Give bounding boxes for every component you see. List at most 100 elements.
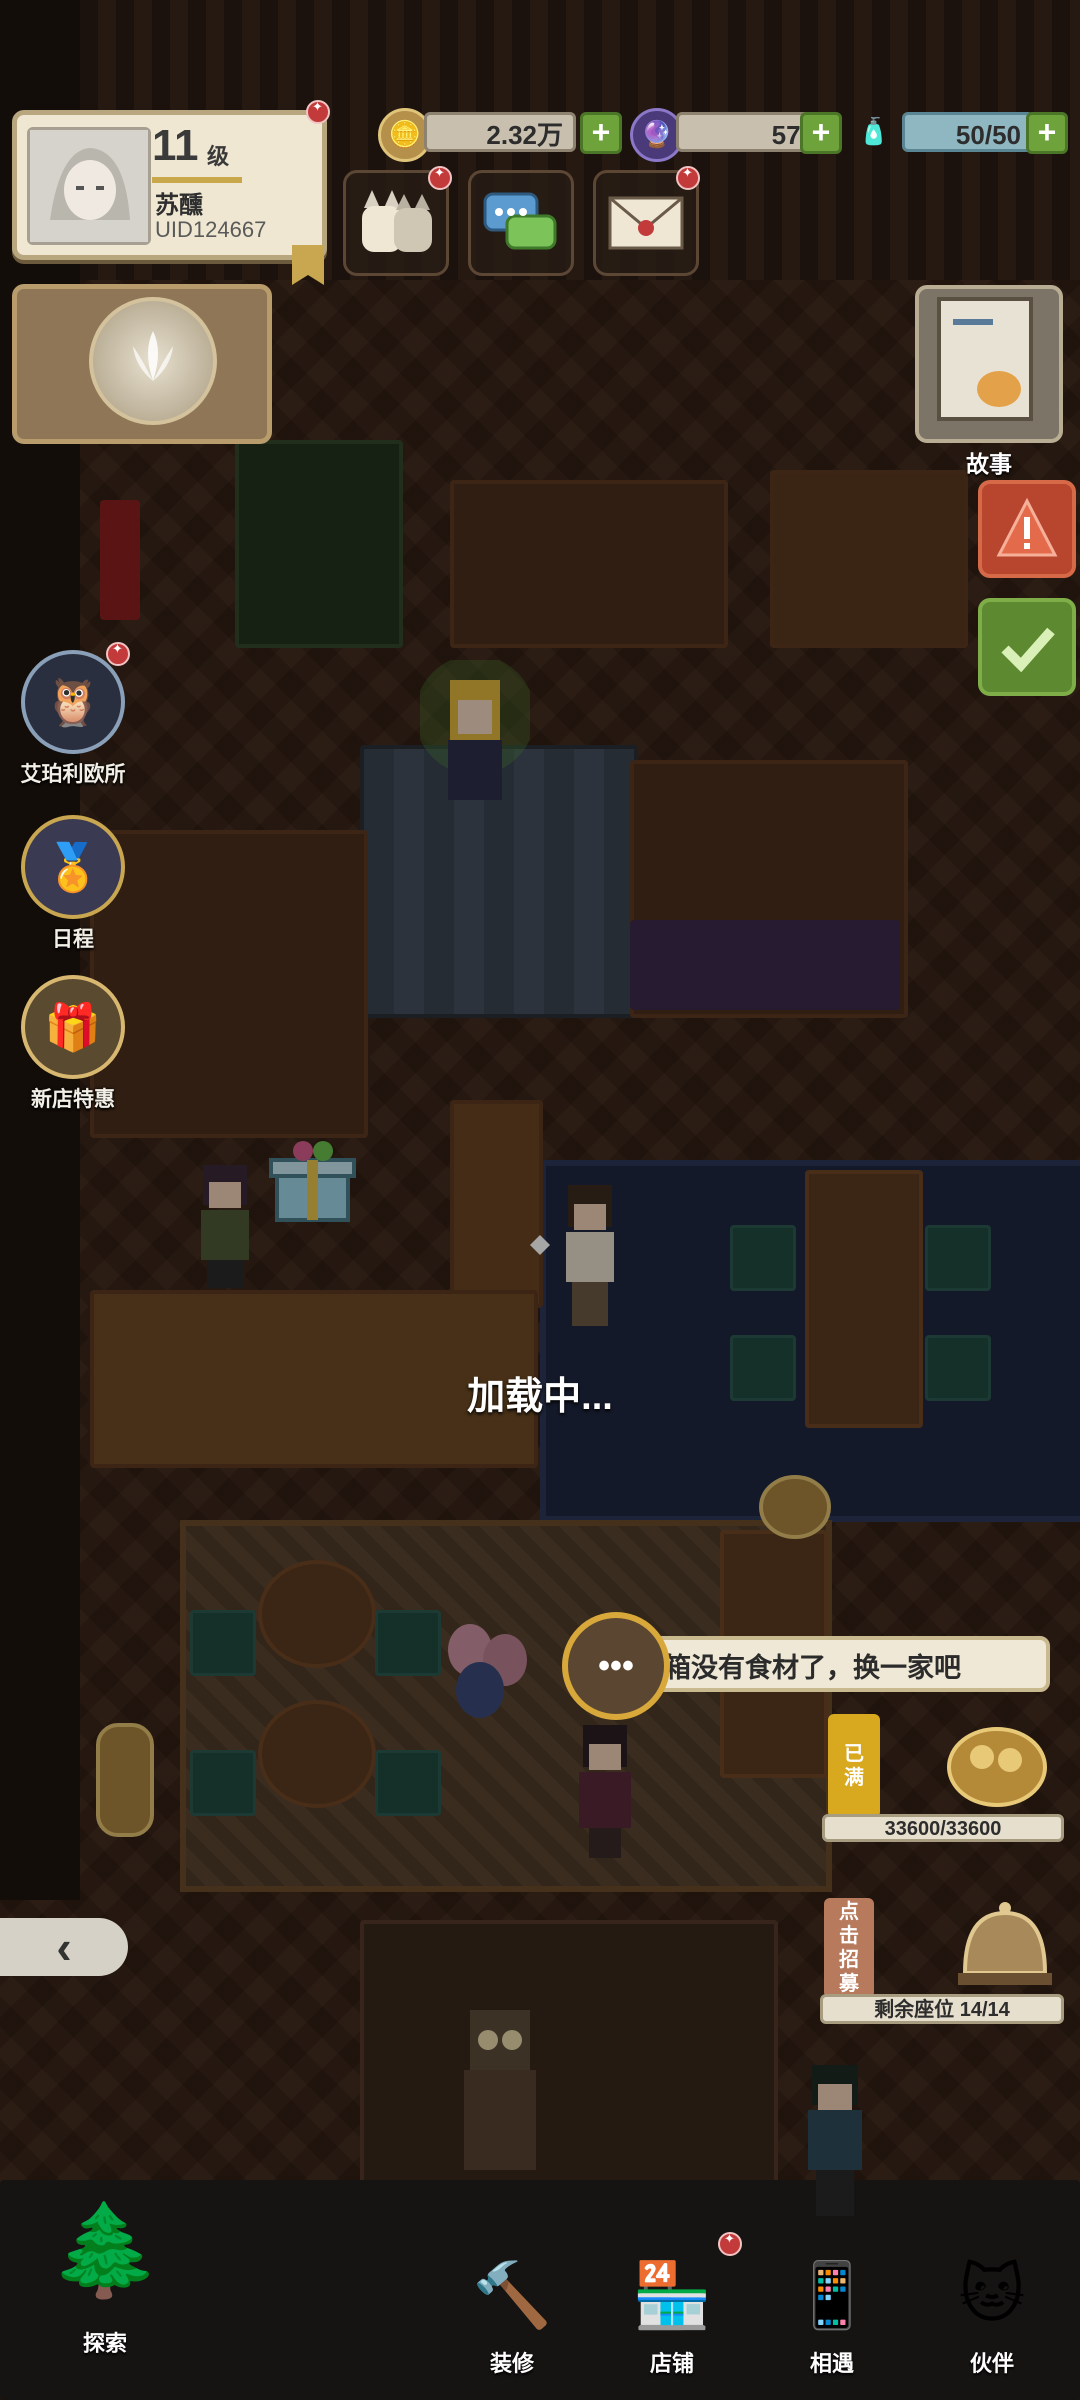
remaining-seats: 剩余座位 14/14	[820, 1994, 1064, 2024]
sidebar-item-new-shop-deal[interactable]: 🎁 新店特惠	[8, 975, 138, 1113]
gift-box-icon[interactable]	[265, 1135, 360, 1230]
chat-bubbles-icon	[483, 192, 557, 250]
chair	[375, 1750, 441, 1816]
nav-shop-label: 店铺	[649, 2351, 694, 2376]
recruit-panel[interactable]: 点击招募 剩余座位 14/14	[820, 1888, 1064, 2024]
sidebar-item-label: 新店特惠	[31, 1088, 115, 1111]
player-uid: UID124667	[155, 217, 267, 242]
more-options-button[interactable]: •••	[562, 1612, 670, 1720]
alert-button[interactable]	[978, 480, 1076, 578]
sidebar-item-label: 艾珀利欧所	[20, 763, 126, 786]
chair	[730, 1225, 796, 1291]
sidebar-item-detective-agency[interactable]: 🦉 艾珀利欧所	[8, 650, 138, 788]
resource-gems: 🔮 575 +	[630, 108, 880, 162]
story-label: 故事	[966, 451, 1012, 477]
confirm-button[interactable]	[978, 598, 1076, 696]
chair	[190, 1750, 256, 1816]
coin-pile-icon[interactable]	[755, 1472, 835, 1542]
story-button[interactable]: 故事	[915, 285, 1063, 477]
round-table[interactable]	[258, 1700, 376, 1808]
level-progress-bar	[152, 177, 242, 183]
loading-text: 加载中...	[467, 1376, 613, 1418]
player-level: 11	[152, 121, 199, 170]
customer-speech-bubble: 箱没有食材了，换一家吧	[640, 1636, 1050, 1692]
storage-amount: 33600/33600	[822, 1814, 1064, 1842]
waiter-character[interactable]	[185, 1160, 265, 1290]
coin-stack-icon	[90, 1715, 160, 1845]
collapse-sidebar-button[interactable]: ‹	[0, 1918, 128, 1976]
chair	[925, 1225, 991, 1291]
storage-full-badge: 已满	[828, 1714, 880, 1818]
wood-pillar-table	[450, 1100, 543, 1308]
chair	[190, 1610, 256, 1676]
shelf-counter[interactable]	[450, 480, 728, 648]
wheat-emblem-icon	[89, 297, 217, 425]
chair	[375, 1610, 441, 1676]
nav-encounter[interactable]: 📱 相遇	[772, 2240, 892, 2378]
add-coins-button[interactable]: +	[580, 112, 622, 154]
woman-customer-character[interactable]	[565, 1720, 645, 1860]
chevron-left-icon: ‹	[56, 1921, 72, 1973]
warning-triangle-icon	[996, 497, 1058, 557]
mail-notification-dot	[676, 166, 700, 190]
cats-icon	[362, 190, 432, 252]
fire-extinguisher	[100, 500, 140, 620]
gift-box-icon: 🎁	[21, 975, 125, 1079]
refrigerator[interactable]	[235, 440, 403, 648]
stamina-amount: 50/50	[902, 112, 1034, 152]
sidebar-item-schedule[interactable]: 🏅 日程	[8, 815, 138, 953]
service-bell-icon	[958, 1902, 1052, 1985]
cats-notification-dot	[428, 166, 452, 190]
recruit-label: 点击招募	[839, 1901, 859, 1995]
boy-customer-character[interactable]	[790, 2060, 880, 2220]
sparkle-marker	[530, 1235, 550, 1255]
shop-rank-badge[interactable]	[12, 284, 272, 444]
potion-bottle-icon: 🧴	[857, 117, 891, 147]
owl-detective-icon: 🦉	[21, 650, 125, 754]
storage-full-label: 已满	[844, 1743, 864, 1789]
nav-explore-label: 探索	[82, 2331, 127, 2356]
schedule-medal-icon: 🏅	[21, 815, 125, 919]
shop-icon: 🏪	[632, 2258, 712, 2333]
shop-notification-dot	[718, 2232, 742, 2256]
add-stamina-button[interactable]: +	[1026, 112, 1068, 154]
entrance-door[interactable]	[360, 1920, 778, 2218]
nav-shop[interactable]: 🏪 店铺	[612, 2240, 732, 2378]
nav-explore[interactable]: 🌲 探索	[10, 2170, 200, 2358]
flower-planter	[630, 920, 900, 1010]
resource-coins: 🪙 2.32万 +	[378, 108, 628, 162]
blonde-chef-character[interactable]	[415, 655, 535, 830]
hammer-icon: 🔨	[472, 2258, 552, 2333]
owl-detective-character[interactable]	[440, 2000, 560, 2180]
nav-encounter-label: 相遇	[809, 2351, 854, 2376]
add-gems-button[interactable]: +	[800, 112, 842, 154]
profile-notification-dot	[306, 100, 330, 124]
player-name: 苏醺	[155, 192, 203, 219]
detective-notification-dot	[106, 642, 130, 666]
nav-decorate[interactable]: 🔨 装修	[452, 2240, 572, 2378]
explore-pinwheel-icon: 🌲	[48, 2197, 162, 2303]
partner-card-icon: 🐱	[958, 2258, 1026, 2332]
coin-storage[interactable]: 已满 33600/33600	[822, 1712, 1064, 1842]
avatar[interactable]	[27, 127, 151, 245]
customer-character[interactable]	[550, 1180, 630, 1330]
balloons	[445, 1620, 535, 1750]
recruit-button[interactable]: 点击招募	[824, 1898, 874, 1998]
player-profile-card[interactable]: 11 级 苏醺 UID124667	[12, 110, 327, 285]
cafe-scene[interactable]: 11 级 苏醺 UID124667 🪙 2.32万 + 🔮 575 + 🧴 50…	[0, 0, 1080, 2400]
round-table[interactable]	[258, 1560, 376, 1668]
storybook-icon	[937, 297, 1033, 421]
mail-envelope-icon	[608, 196, 684, 250]
sidebar-item-label: 日程	[52, 928, 94, 951]
nav-decorate-label: 装修	[489, 2351, 534, 2376]
encounter-phone-icon: 📱	[792, 2258, 872, 2333]
checkmark-icon	[1001, 627, 1055, 673]
chat-button[interactable]	[468, 170, 574, 276]
level-suffix: 级	[207, 144, 230, 169]
coin-treasure-icon	[947, 1727, 1047, 1807]
nav-partner[interactable]: 🐱 伙伴	[932, 2240, 1052, 2378]
sink-counter[interactable]	[770, 470, 968, 648]
resource-stamina: 🧴 50/50 +	[850, 108, 1075, 154]
nav-partner-label: 伙伴	[969, 2351, 1014, 2376]
coin-amount: 2.32万	[424, 112, 576, 152]
